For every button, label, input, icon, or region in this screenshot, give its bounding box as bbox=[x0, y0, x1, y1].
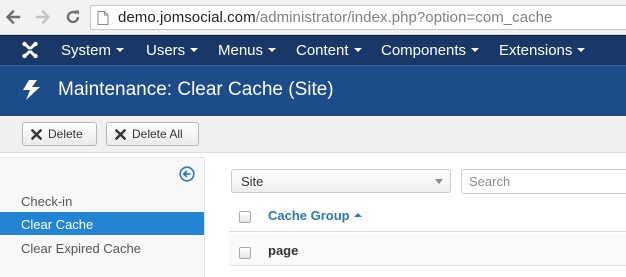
sidebar-item-clear-cache[interactable]: Clear Cache bbox=[0, 212, 204, 235]
cache-group-cell: page bbox=[268, 243, 299, 258]
browser-toolbar: demo.jomsocial.com/administrator/index.p… bbox=[0, 0, 626, 35]
delete-all-button[interactable]: Delete All bbox=[106, 122, 199, 146]
sidebar-item-label: Clear Expired Cache bbox=[21, 241, 141, 256]
cache-group-sort-link[interactable]: Cache Group bbox=[268, 208, 362, 223]
delete-all-button-label: Delete All bbox=[132, 127, 183, 141]
url-text: demo.jomsocial.com/administrator/index.p… bbox=[118, 9, 552, 26]
page-header: Maintenance: Clear Cache (Site) bbox=[0, 65, 626, 116]
select-all-checkbox[interactable] bbox=[239, 211, 251, 223]
reload-icon bbox=[66, 10, 80, 24]
page-title: Maintenance: Clear Cache (Site) bbox=[58, 79, 334, 100]
lightning-bolt-icon bbox=[23, 80, 40, 100]
address-bar[interactable]: demo.jomsocial.com/administrator/index.p… bbox=[90, 5, 626, 30]
menu-extensions[interactable]: Extensions bbox=[499, 42, 586, 59]
action-toolbar: Delete Delete All bbox=[0, 116, 626, 153]
client-select-value: Site bbox=[241, 174, 264, 189]
delete-button[interactable]: Delete bbox=[22, 122, 97, 146]
caret-down-icon bbox=[577, 48, 586, 52]
caret-down-icon bbox=[116, 48, 125, 52]
arrow-right-icon bbox=[35, 9, 51, 25]
arrow-circle-left-icon[interactable] bbox=[179, 166, 195, 182]
menu-system-label: System bbox=[61, 42, 112, 59]
sidebar-item-label: Check-in bbox=[21, 194, 73, 209]
cache-group-header: Cache Group bbox=[268, 208, 350, 223]
menu-menus-label: Menus bbox=[218, 42, 264, 59]
caret-down-icon bbox=[471, 48, 480, 52]
admin-menu-bar: System Users Menus Content Components Ex… bbox=[0, 35, 626, 65]
caret-down-icon bbox=[268, 48, 277, 52]
menu-components[interactable]: Components bbox=[381, 42, 480, 59]
sidebar-item-clear-expired-cache[interactable]: Clear Expired Cache bbox=[0, 236, 204, 259]
menu-menus[interactable]: Menus bbox=[218, 42, 277, 59]
close-icon bbox=[31, 128, 42, 140]
sidebar-item-label: Clear Cache bbox=[21, 217, 94, 232]
menu-users[interactable]: Users bbox=[146, 42, 199, 59]
table-header: Cache Group bbox=[229, 202, 626, 232]
menu-extensions-label: Extensions bbox=[499, 42, 573, 59]
menu-users-label: Users bbox=[146, 42, 186, 59]
forward-button[interactable] bbox=[31, 5, 55, 29]
joomla-logo-icon[interactable] bbox=[20, 40, 40, 60]
menu-content-label: Content bbox=[296, 42, 349, 59]
menu-system[interactable]: System bbox=[61, 42, 125, 59]
sidebar-item-check-in[interactable]: Check-in bbox=[0, 189, 204, 212]
sort-asc-icon bbox=[353, 213, 362, 217]
reload-button[interactable] bbox=[61, 5, 85, 29]
page-icon bbox=[97, 11, 109, 25]
sidebar: Check-in Clear Cache Clear Expired Cache bbox=[0, 157, 205, 277]
delete-button-label: Delete bbox=[48, 127, 83, 141]
close-icon bbox=[115, 128, 126, 140]
menu-components-label: Components bbox=[381, 42, 467, 59]
url-domain: demo.jomsocial.com bbox=[118, 9, 256, 26]
row-checkbox[interactable] bbox=[239, 247, 251, 259]
caret-down-icon bbox=[190, 48, 199, 52]
table-row: page bbox=[229, 233, 626, 266]
arrow-left-icon bbox=[5, 9, 21, 25]
client-select[interactable]: Site bbox=[231, 169, 451, 193]
menu-content[interactable]: Content bbox=[296, 42, 362, 59]
search-input[interactable] bbox=[461, 169, 626, 194]
caret-down-icon bbox=[353, 48, 362, 52]
chevron-down-icon bbox=[435, 179, 443, 184]
back-button[interactable] bbox=[1, 5, 25, 29]
url-path: /administrator/index.php?option=com_cach… bbox=[255, 9, 553, 26]
